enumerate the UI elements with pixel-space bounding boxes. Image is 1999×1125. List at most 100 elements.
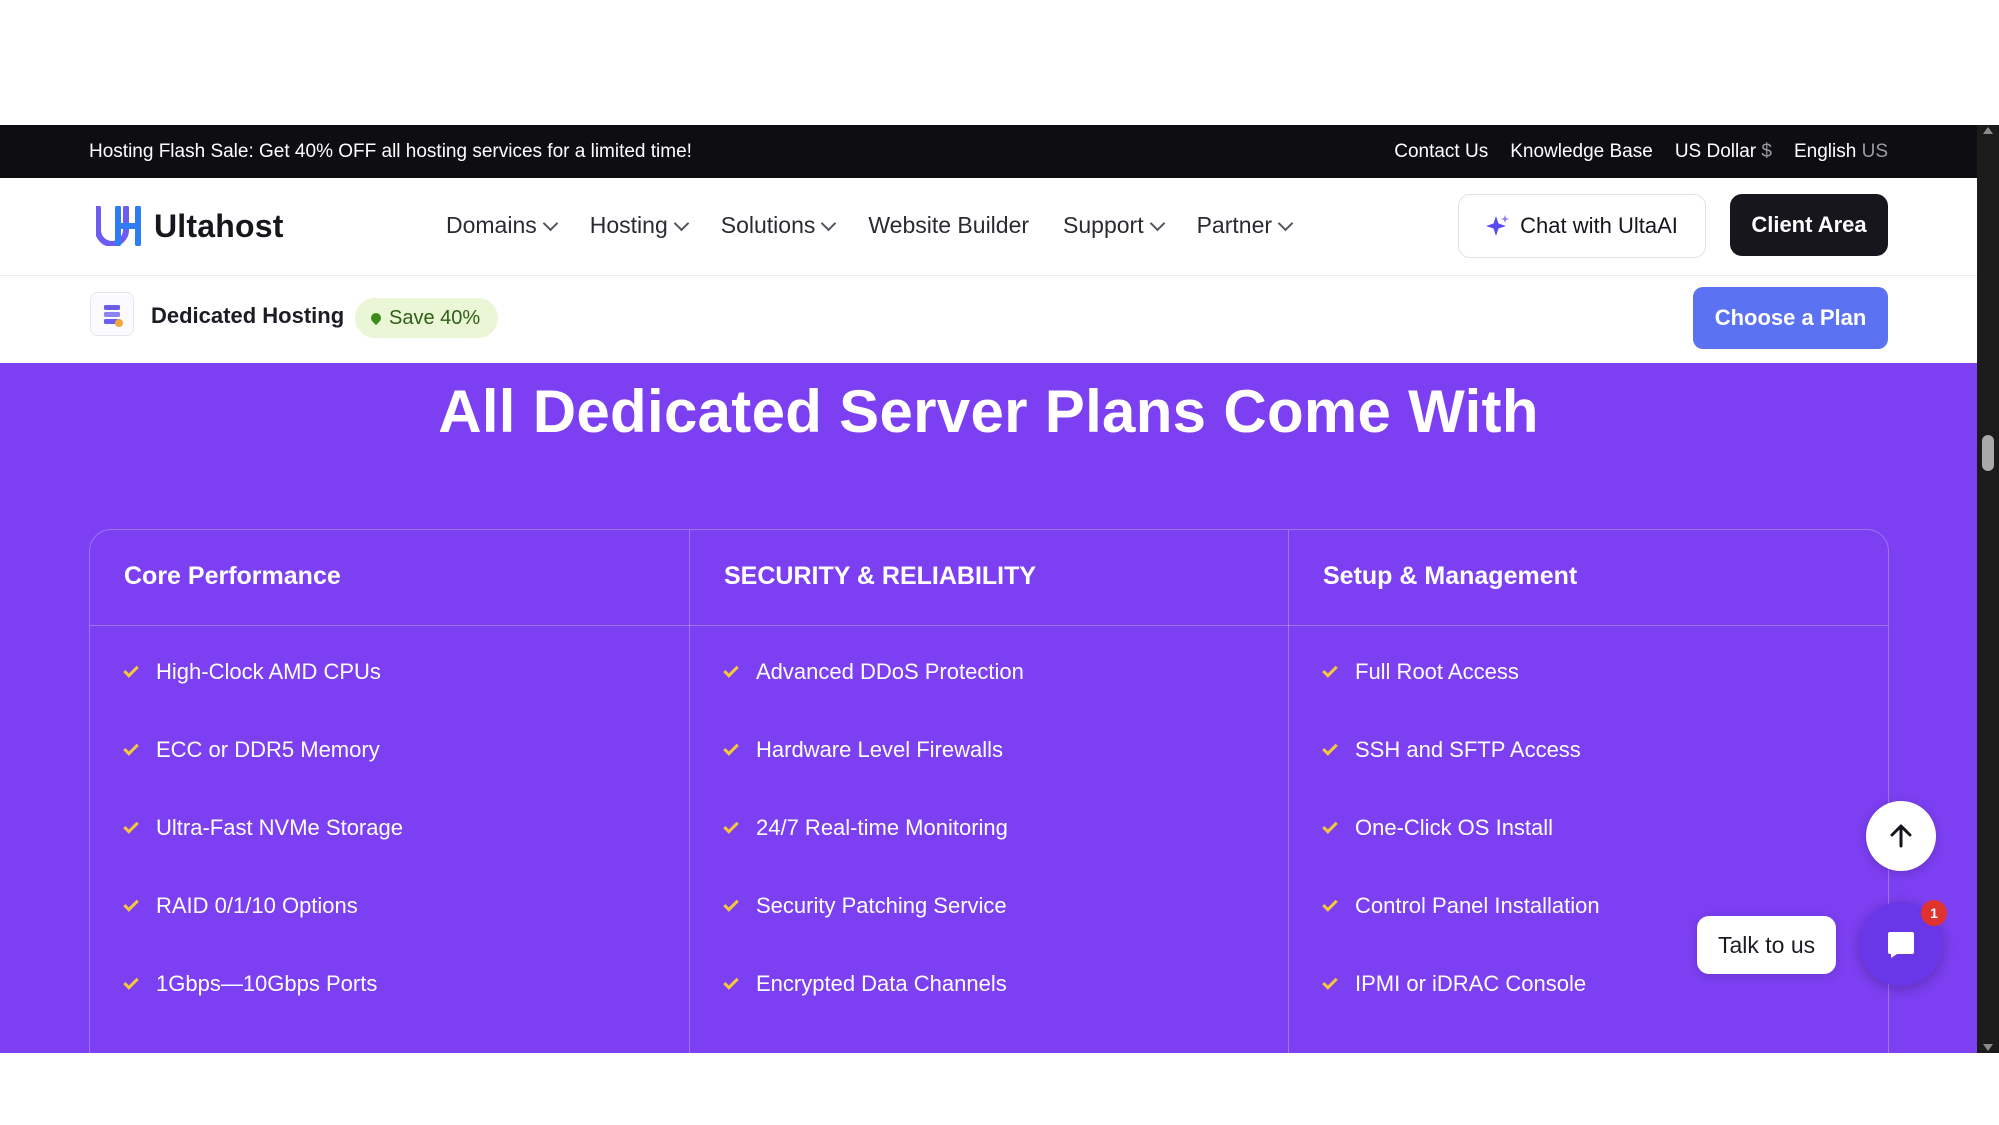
feature-column-security: SECURITY & RELIABILITY Advanced DDoS Pro… [689,530,1289,1053]
feature-label: 1Gbps—10Gbps Ports [156,971,378,996]
currency-selector[interactable]: US Dollar $ [1675,141,1772,163]
feature-label: High-Clock AMD CPUs [156,659,381,684]
check-icon [1322,895,1338,912]
currency-symbol: $ [1761,141,1772,162]
nav-item-solutions[interactable]: Solutions [720,212,837,239]
check-icon [1322,817,1338,834]
check-icon [1322,739,1338,756]
nav-item-label: Domains [446,212,537,238]
check-icon [723,739,739,756]
section-heading: All Dedicated Server Plans Come With [438,378,1539,445]
product-title: Dedicated Hosting [151,303,345,328]
features-section: All Dedicated Server Plans Come With Cor… [0,363,1977,1053]
check-icon [1322,661,1338,678]
knowledge-base-link[interactable]: Knowledge Base [1510,141,1653,163]
scrollbar-thumb[interactable] [1982,435,1994,471]
feature-label: Full Root Access [1355,659,1519,684]
chevron-down-icon [542,215,559,231]
feature-item: Security Patching Service [723,893,1007,919]
feature-item: High-Clock AMD CPUs [123,659,381,685]
feature-item: One-Click OS Install [1322,815,1554,841]
language-selector[interactable]: English US [1794,141,1888,163]
nav-item-label: Hosting [589,212,668,238]
choose-plan-button[interactable]: Choose a Plan [1693,287,1888,349]
nav-item-label: Partner [1196,212,1273,238]
feature-label: Security Patching Service [756,893,1007,918]
nav-item-support[interactable]: Support [1063,212,1165,239]
feature-label: RAID 0/1/10 Options [156,893,358,918]
feature-item: ECC or DDR5 Memory [123,737,380,763]
feature-item: 1Gbps—10Gbps Ports [123,971,378,997]
product-subbar: Dedicated Hosting Save 40% Choose a Plan [0,276,1977,363]
feature-label: ECC or DDR5 Memory [156,737,380,762]
feature-label: Ultra-Fast NVMe Storage [156,815,403,840]
feature-item: IPMI or iDRAC Console [1322,971,1587,997]
column-title: SECURITY & RELIABILITY [690,530,1289,626]
nav-item-label: Solutions [720,212,816,238]
browser-viewport: Hosting Flash Sale: Get 40% OFF all host… [0,125,1977,1053]
feature-label: 24/7 Real-time Monitoring [756,815,1008,840]
feature-item: Ultra-Fast NVMe Storage [123,815,403,841]
promo-text: Hosting Flash Sale: Get 40% OFF all host… [89,141,692,162]
client-area-button[interactable]: Client Area [1730,194,1888,256]
check-icon [123,895,139,912]
main-nav: Ultahost Domains Hosting Solutions Websi… [0,178,1977,276]
check-icon [723,817,739,834]
scroll-up-arrow-icon[interactable] [1983,127,1993,134]
nav-item-label: Support [1063,212,1144,238]
ultahost-logo-icon [96,206,141,246]
feature-label: SSH and SFTP Access [1355,737,1581,762]
feature-item: Control Panel Installation [1322,893,1600,919]
column-title: Setup & Management [1289,530,1888,626]
discount-badge-label: Save 40% [389,306,481,329]
chat-button-label: Chat with UltaAI [1520,213,1678,238]
check-icon [723,973,739,990]
currency-label: US Dollar [1674,141,1757,162]
nav-item-label: Website Builder [868,212,1030,238]
chevron-down-icon [673,215,690,231]
feature-label: Encrypted Data Channels [756,971,1007,996]
feature-label: IPMI or iDRAC Console [1355,971,1587,996]
check-icon [723,661,739,678]
brand-logo[interactable]: Ultahost [96,206,284,246]
features-card: Core Performance High-Clock AMD CPUs ECC… [89,529,1889,1053]
chevron-down-icon [1149,215,1165,231]
scroll-down-arrow-icon[interactable] [1983,1044,1993,1051]
feature-column-core: Core Performance High-Clock AMD CPUs ECC… [90,530,690,1053]
contact-link[interactable]: Contact Us [1394,141,1488,163]
nav-menu: Domains Hosting Solutions Website Builde… [446,212,1294,239]
nav-item-website-builder[interactable]: Website Builder [868,212,1029,239]
check-icon [723,895,739,912]
page-scrollbar[interactable] [1977,125,1999,1053]
chat-with-ai-button[interactable]: Chat with UltaAI [1458,194,1706,258]
notification-count-badge: 1 [1921,900,1947,926]
nav-item-partner[interactable]: Partner [1196,212,1294,239]
talk-to-us-tooltip[interactable]: Talk to us [1697,916,1837,974]
feature-item: Full Root Access [1322,659,1519,685]
feature-item: Advanced DDoS Protection [723,659,1024,685]
arrow-up-icon [1890,824,1912,848]
tag-icon [368,310,384,326]
discount-badge: Save 40% [355,298,499,338]
feature-label: Hardware Level Firewalls [756,737,1003,762]
chat-icon [1888,932,1914,958]
promo-bar: Hosting Flash Sale: Get 40% OFF all host… [0,125,1977,178]
nav-item-hosting[interactable]: Hosting [589,212,690,239]
feature-item: Encrypted Data Channels [723,971,1007,997]
check-icon [123,973,139,990]
feature-item: 24/7 Real-time Monitoring [723,815,1008,841]
scroll-to-top-button[interactable] [1866,801,1936,871]
check-icon [1322,973,1338,990]
server-icon [90,292,134,336]
check-icon [123,739,139,756]
feature-item: Hardware Level Firewalls [723,737,1003,763]
feature-label: Advanced DDoS Protection [756,659,1024,684]
feature-label: One-Click OS Install [1355,815,1554,840]
check-icon [123,817,139,834]
feature-item: SSH and SFTP Access [1322,737,1581,763]
check-icon [123,661,139,678]
language-label: English [1793,141,1857,162]
nav-item-domains[interactable]: Domains [446,212,559,239]
column-title: Core Performance [90,530,690,626]
language-code: US [1861,141,1888,162]
